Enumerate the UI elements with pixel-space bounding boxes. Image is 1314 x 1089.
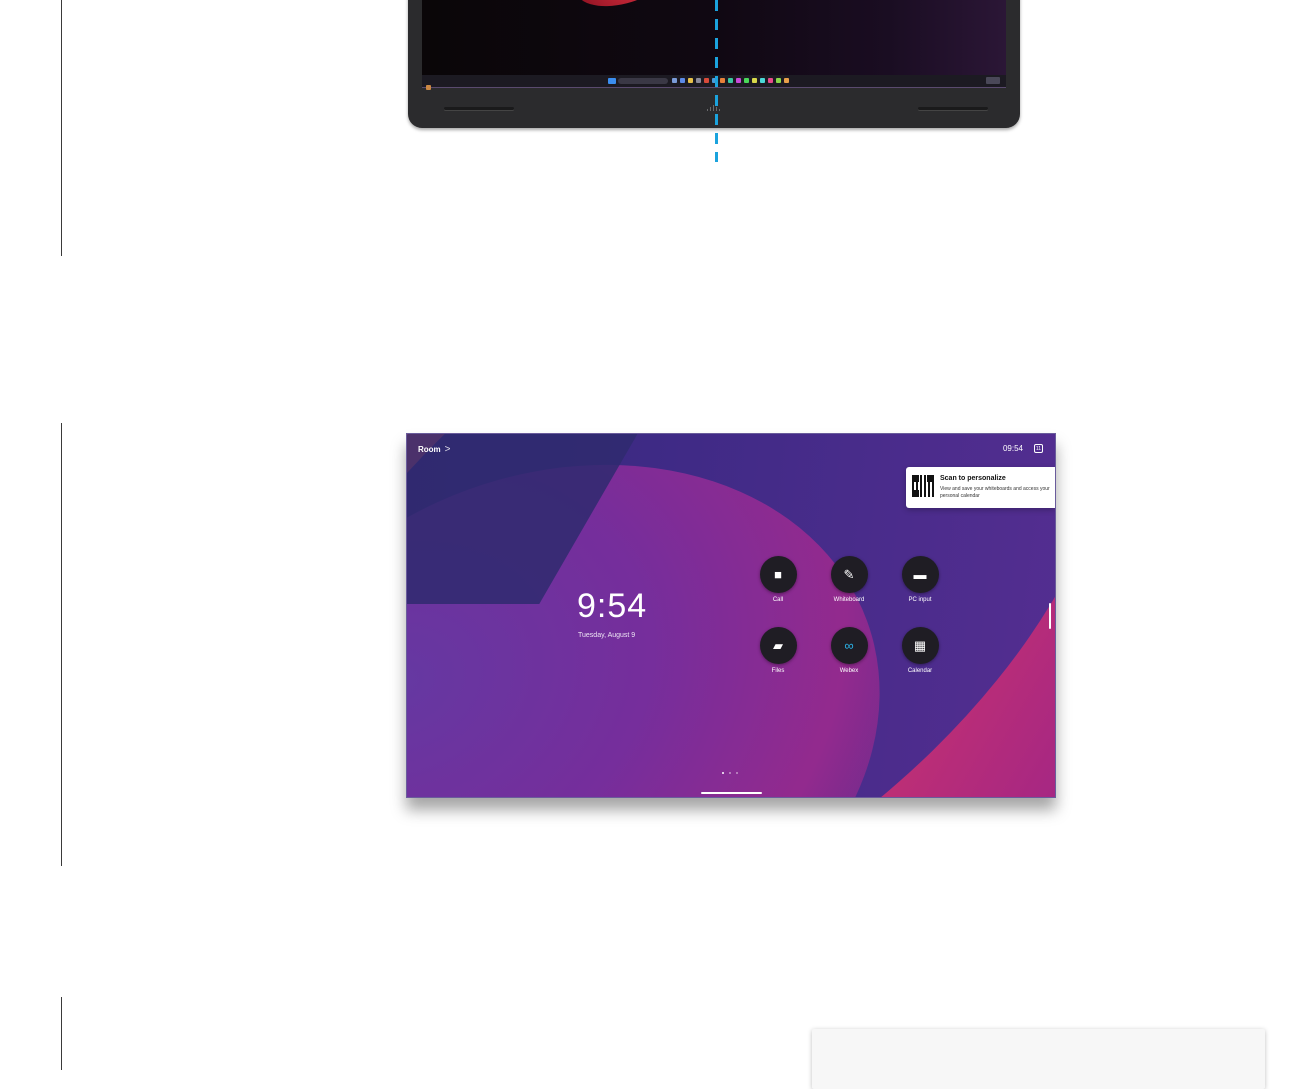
margin-rule-middle	[61, 423, 62, 866]
start-icon	[608, 78, 616, 84]
speaker-grille-right	[918, 107, 988, 110]
board-device	[408, 0, 1020, 128]
clock-time: 9:54	[577, 587, 648, 625]
center-guide-line	[715, 0, 718, 162]
device-screen	[422, 0, 1006, 90]
margin-rule-bottom	[61, 997, 62, 1070]
app-files-button[interactable]: ▰ Files	[748, 627, 808, 674]
clock-date: Tuesday, August 9	[578, 632, 636, 639]
taskbar-clock	[986, 77, 1000, 84]
app-label: Files	[771, 668, 785, 674]
calendar-status-icon[interactable]: 11	[1034, 444, 1043, 453]
status-time: 09:54	[1002, 444, 1023, 453]
page-dot[interactable]	[736, 772, 738, 774]
app-call-button[interactable]: ■ Call	[748, 556, 808, 603]
chevron-right-icon: >	[444, 444, 451, 455]
qr-code-icon	[912, 475, 934, 497]
app-webex-button[interactable]: ∞ Webex	[819, 627, 879, 674]
monitor-icon: ▬	[901, 556, 939, 593]
wallpaper-art	[565, 0, 699, 19]
page-dot[interactable]	[729, 772, 731, 774]
cisco-logo-icon	[706, 104, 722, 114]
side-panel-handle[interactable]	[1049, 603, 1051, 629]
video-camera-icon: ■	[759, 556, 797, 593]
home-screen: Room > 09:54 11 Scan to personalize View…	[406, 433, 1056, 798]
bottom-card	[812, 1029, 1265, 1089]
webex-icon: ∞	[830, 627, 868, 664]
taskbar-app-icons	[672, 78, 789, 84]
app-calendar-button[interactable]: ▦ Calendar	[890, 627, 950, 674]
page-dot-active[interactable]	[722, 772, 724, 774]
app-label: Webex	[839, 668, 859, 674]
app-pc-input-button[interactable]: ▬ PC input	[890, 556, 950, 603]
taskbar-search	[618, 78, 668, 84]
speaker-grille-left	[444, 107, 514, 110]
room-menu-button[interactable]: Room >	[418, 444, 451, 455]
app-label: Calendar	[907, 668, 933, 674]
app-whiteboard-button[interactable]: ✎ Whiteboard	[819, 556, 879, 603]
qr-card-title: Scan to personalize	[940, 475, 1006, 482]
taskbar	[422, 75, 1006, 90]
home-indicator-bar[interactable]	[701, 792, 762, 794]
room-label: Room	[418, 445, 441, 454]
calendar-icon: ▦	[901, 627, 939, 664]
scan-to-personalize-card[interactable]: Scan to personalize View and save your w…	[906, 467, 1055, 508]
folder-icon: ▰	[759, 627, 797, 664]
app-label: PC input	[908, 597, 932, 603]
pencil-icon: ✎	[830, 556, 868, 593]
page-indicator[interactable]	[722, 772, 738, 774]
qr-card-description: View and save your whiteboards and acces…	[940, 486, 1050, 499]
app-label: Call	[772, 597, 784, 603]
app-label: Whiteboard	[833, 597, 865, 603]
taskbar-user	[426, 77, 442, 90]
margin-rule-top	[61, 0, 62, 256]
wallpaper-art	[451, 0, 563, 16]
